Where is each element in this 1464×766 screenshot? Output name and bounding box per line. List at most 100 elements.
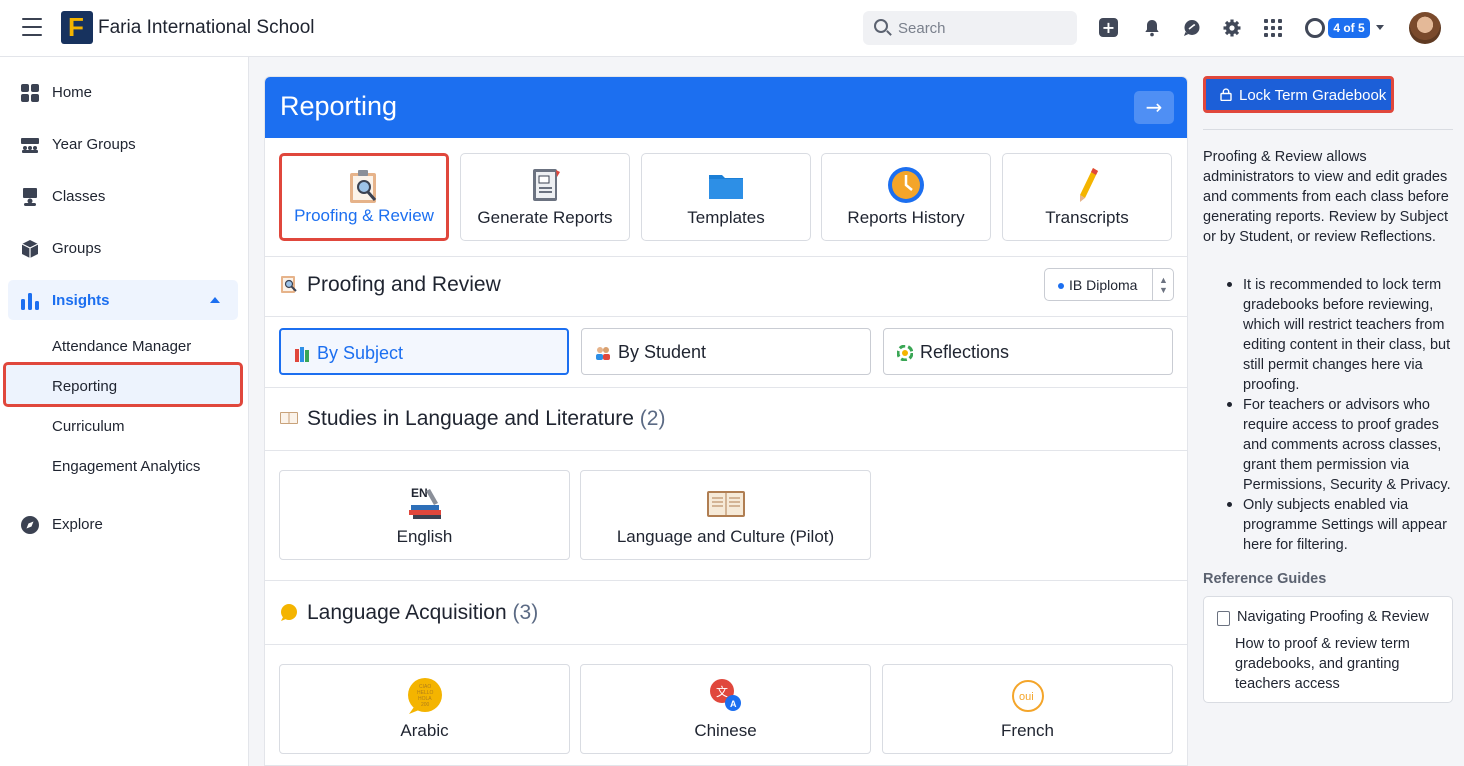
tab-templates[interactable]: Templates (641, 153, 811, 241)
subject-name: French (1001, 721, 1054, 740)
proofing-icon (350, 170, 377, 203)
chat-icon[interactable] (1181, 17, 1203, 39)
report-cards-icon (533, 169, 560, 201)
english-books-icon: EN (408, 486, 441, 519)
search-input[interactable]: Search (863, 11, 1077, 45)
reference-guides-title: Reference Guides (1203, 571, 1327, 587)
subject-card-arabic[interactable]: CIAO HELLO HOLA 200 Arabic (279, 664, 570, 754)
groups-cube-icon (21, 240, 39, 258)
chevron-up-icon[interactable] (210, 297, 220, 303)
toggle-reflections[interactable]: Reflections (883, 328, 1173, 375)
top-bar: F Faria International School Search + 4 … (0, 0, 1464, 57)
bell-icon[interactable] (1141, 17, 1163, 39)
menu-icon[interactable] (22, 18, 42, 38)
section-title-text: Proofing and Review (307, 273, 501, 296)
subject-group-name: Studies in Language and Literature (307, 407, 634, 430)
tab-generate-reports[interactable]: Generate Reports (460, 153, 630, 241)
subject-group-name: Language Acquisition (307, 601, 507, 624)
sidebar-item-label: Home (52, 84, 93, 101)
search-placeholder: Search (898, 20, 946, 37)
plus-icon[interactable]: + (1099, 18, 1118, 37)
subject-card-chinese[interactable]: 文A Chinese (580, 664, 871, 754)
speech-bubble-icon (281, 604, 297, 621)
sidebar-subitem-curriculum[interactable]: Curriculum (52, 418, 125, 435)
help-progress-badge[interactable]: 4 of 5 (1328, 18, 1370, 38)
svg-text:A: A (730, 699, 737, 709)
toggle-by-subject[interactable]: By Subject (279, 328, 569, 375)
status-dot (1058, 283, 1064, 289)
apps-grid-icon[interactable] (1264, 19, 1282, 37)
lock-term-gradebook-button[interactable]: Lock Term Gradebook (1203, 76, 1394, 113)
programme-select[interactable]: IB Diploma ▲ ▼ (1044, 268, 1174, 301)
help-description: Proofing & Review allows administrators … (1203, 149, 1449, 245)
sidebar-item-groups[interactable]: Groups (8, 228, 238, 268)
subject-group-title: Studies in Language and Literature (2) (279, 407, 665, 431)
reporting-banner: Reporting → (265, 77, 1187, 138)
sidebar-item-insights[interactable]: Insights (8, 280, 238, 320)
toggle-label: By Student (618, 342, 707, 362)
avatar[interactable] (1409, 12, 1441, 44)
sidebar-subitem-engagement-analytics[interactable]: Engagement Analytics (52, 458, 200, 475)
classes-icon (23, 188, 37, 206)
subject-card-french[interactable]: oui French (882, 664, 1173, 754)
lock-icon (1220, 88, 1232, 101)
sidebar-item-label: Groups (52, 240, 102, 257)
tab-transcripts[interactable]: Transcripts (1002, 153, 1172, 241)
sidebar-item-year-groups[interactable]: Year Groups (8, 124, 238, 164)
arrow-right-icon[interactable]: → (1134, 91, 1174, 124)
toggle-by-student[interactable]: By Student (581, 328, 871, 375)
chevron-down-icon[interactable] (1376, 25, 1384, 30)
school-name[interactable]: Faria International School (98, 17, 315, 39)
guide-description: How to proof & review term gradebooks, a… (1235, 636, 1410, 692)
subject-card-language-and-culture[interactable]: Language and Culture (Pilot) (580, 470, 871, 560)
subject-group-title: Language Acquisition (3) (279, 601, 538, 625)
sidebar-item-home[interactable]: Home (8, 72, 238, 112)
folder-icon (709, 175, 743, 199)
students-icon (596, 347, 610, 360)
divider (265, 580, 1187, 581)
open-book-icon (280, 412, 298, 424)
svg-text:EN: EN (411, 486, 428, 500)
tab-proofing-review[interactable]: Proofing & Review (279, 153, 449, 241)
sidebar-subitem-attendance-manager[interactable]: Attendance Manager (52, 338, 191, 355)
sidebar-item-label: Insights (52, 292, 110, 309)
guide-title: Navigating Proofing & Review (1237, 609, 1429, 625)
school-logo[interactable]: F (61, 11, 93, 44)
subject-group-count: (3) (512, 601, 539, 624)
sidebar-subitem-reporting[interactable]: Reporting (52, 378, 117, 395)
svg-text:200: 200 (421, 702, 430, 708)
help-icon[interactable] (1305, 18, 1325, 38)
home-grid-icon (21, 84, 39, 102)
clipboard-icon (1217, 611, 1230, 626)
section-title: Proofing and Review (279, 273, 501, 297)
proofing-icon (281, 276, 297, 293)
help-bullets: It is recommended to lock term gradebook… (1223, 275, 1455, 555)
svg-text:oui: oui (1019, 691, 1034, 703)
books-icon (295, 347, 309, 362)
toggle-label: By Subject (317, 343, 404, 363)
subject-group-count: (2) (639, 407, 666, 430)
toggle-label: Reflections (920, 342, 1010, 362)
help-bullet: It is recommended to lock term gradebook… (1223, 275, 1455, 395)
divider (265, 316, 1187, 317)
help-bullet: For teachers or advisors who require acc… (1223, 395, 1455, 495)
sidebar-item-classes[interactable]: Classes (8, 176, 238, 216)
reference-guide-card[interactable]: Navigating Proofing & Review How to proo… (1203, 596, 1453, 703)
logo-letter: F (68, 12, 84, 42)
divider (1203, 129, 1453, 130)
tab-label: Proofing & Review (294, 206, 434, 225)
tab-reports-history[interactable]: Reports History (821, 153, 991, 241)
help-bullet: Only subjects enabled via programme Sett… (1223, 495, 1455, 555)
tab-label: Transcripts (1045, 208, 1129, 227)
gear-icon[interactable] (1221, 17, 1243, 39)
sidebar-item-explore[interactable]: Explore (8, 504, 238, 544)
divider (265, 256, 1187, 257)
divider (265, 450, 1187, 451)
subject-name: Chinese (694, 721, 757, 740)
svg-text:文: 文 (716, 684, 728, 699)
programme-select-value: IB Diploma (1069, 277, 1138, 293)
sidebar-subitem-highlight (3, 362, 243, 407)
tab-label: Templates (687, 208, 765, 227)
speech-bubble-icon: CIAOHELLOHOLA200 (407, 678, 442, 714)
subject-card-english[interactable]: EN English (279, 470, 570, 560)
